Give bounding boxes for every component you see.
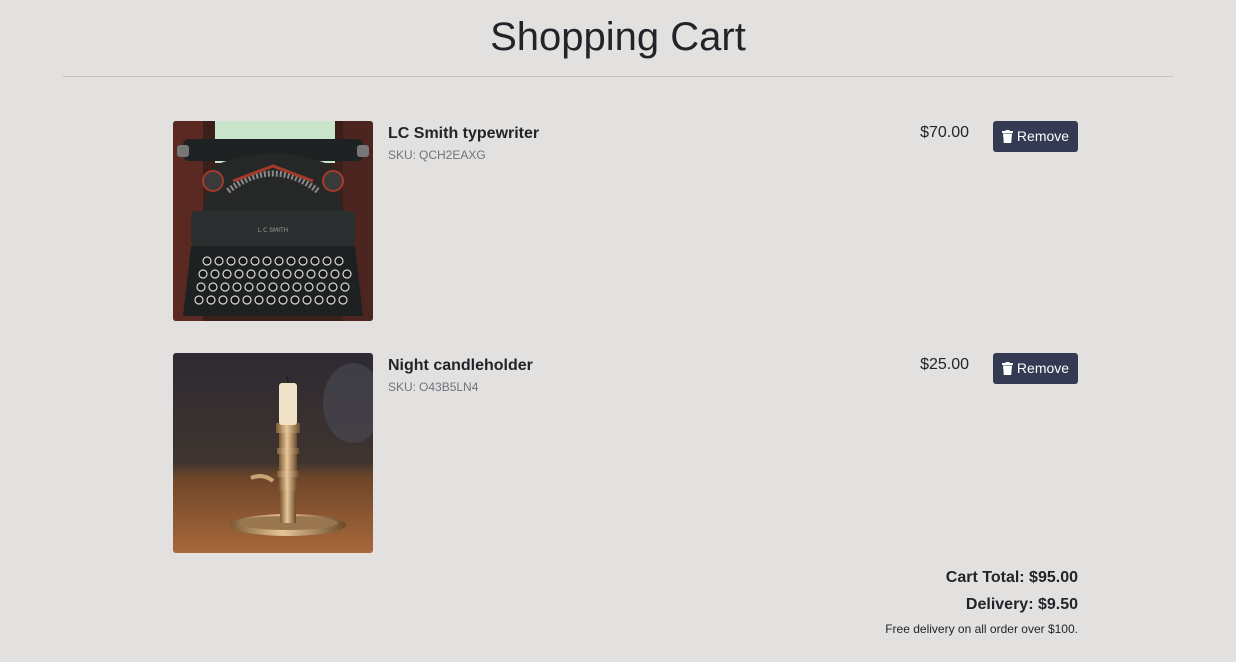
cart-total: Cart Total: $95.00	[945, 569, 1078, 586]
page-title: Shopping Cart	[490, 15, 746, 59]
item-price: $25.00	[920, 356, 969, 373]
sku-value: O43B5LN4	[419, 380, 479, 394]
svg-text:L C SMITH: L C SMITH	[258, 227, 288, 234]
trash-icon	[1001, 130, 1013, 143]
delivery-cost: Delivery: $9.50	[965, 596, 1078, 613]
cart-summary: Cart Total: $95.00 Delivery: $9.50 Free …	[885, 567, 1078, 637]
item-price: $70.00	[920, 124, 969, 141]
remove-button[interactable]: Remove	[993, 353, 1078, 384]
candleholder-image	[173, 353, 373, 553]
sku-value: QCH2EAXG	[419, 148, 486, 162]
remove-button[interactable]: Remove	[993, 121, 1078, 152]
item-name: Night candleholder	[388, 357, 533, 374]
delivery-note: Free delivery on all order over $100.	[885, 622, 1078, 636]
trash-icon	[1001, 362, 1013, 375]
item-sku: SKU: O43B5LN4	[388, 379, 478, 395]
typewriter-image: L C SMITH	[173, 121, 373, 321]
sku-label: SKU:	[388, 380, 417, 394]
cart-item: L C SMITH LC Smith typewriter SKU: QCH2EA…	[173, 121, 1078, 321]
sku-label: SKU:	[388, 148, 417, 162]
cart-item: Night candleholder SKU: O43B5LN4 $25.00 R…	[173, 353, 1078, 553]
item-name: LC Smith typewriter	[388, 125, 540, 142]
title-divider	[63, 76, 1173, 77]
item-sku: SKU: QCH2EAXG	[388, 147, 486, 163]
remove-button-label: Remove	[1016, 360, 1070, 376]
remove-button-label: Remove	[1016, 128, 1070, 144]
